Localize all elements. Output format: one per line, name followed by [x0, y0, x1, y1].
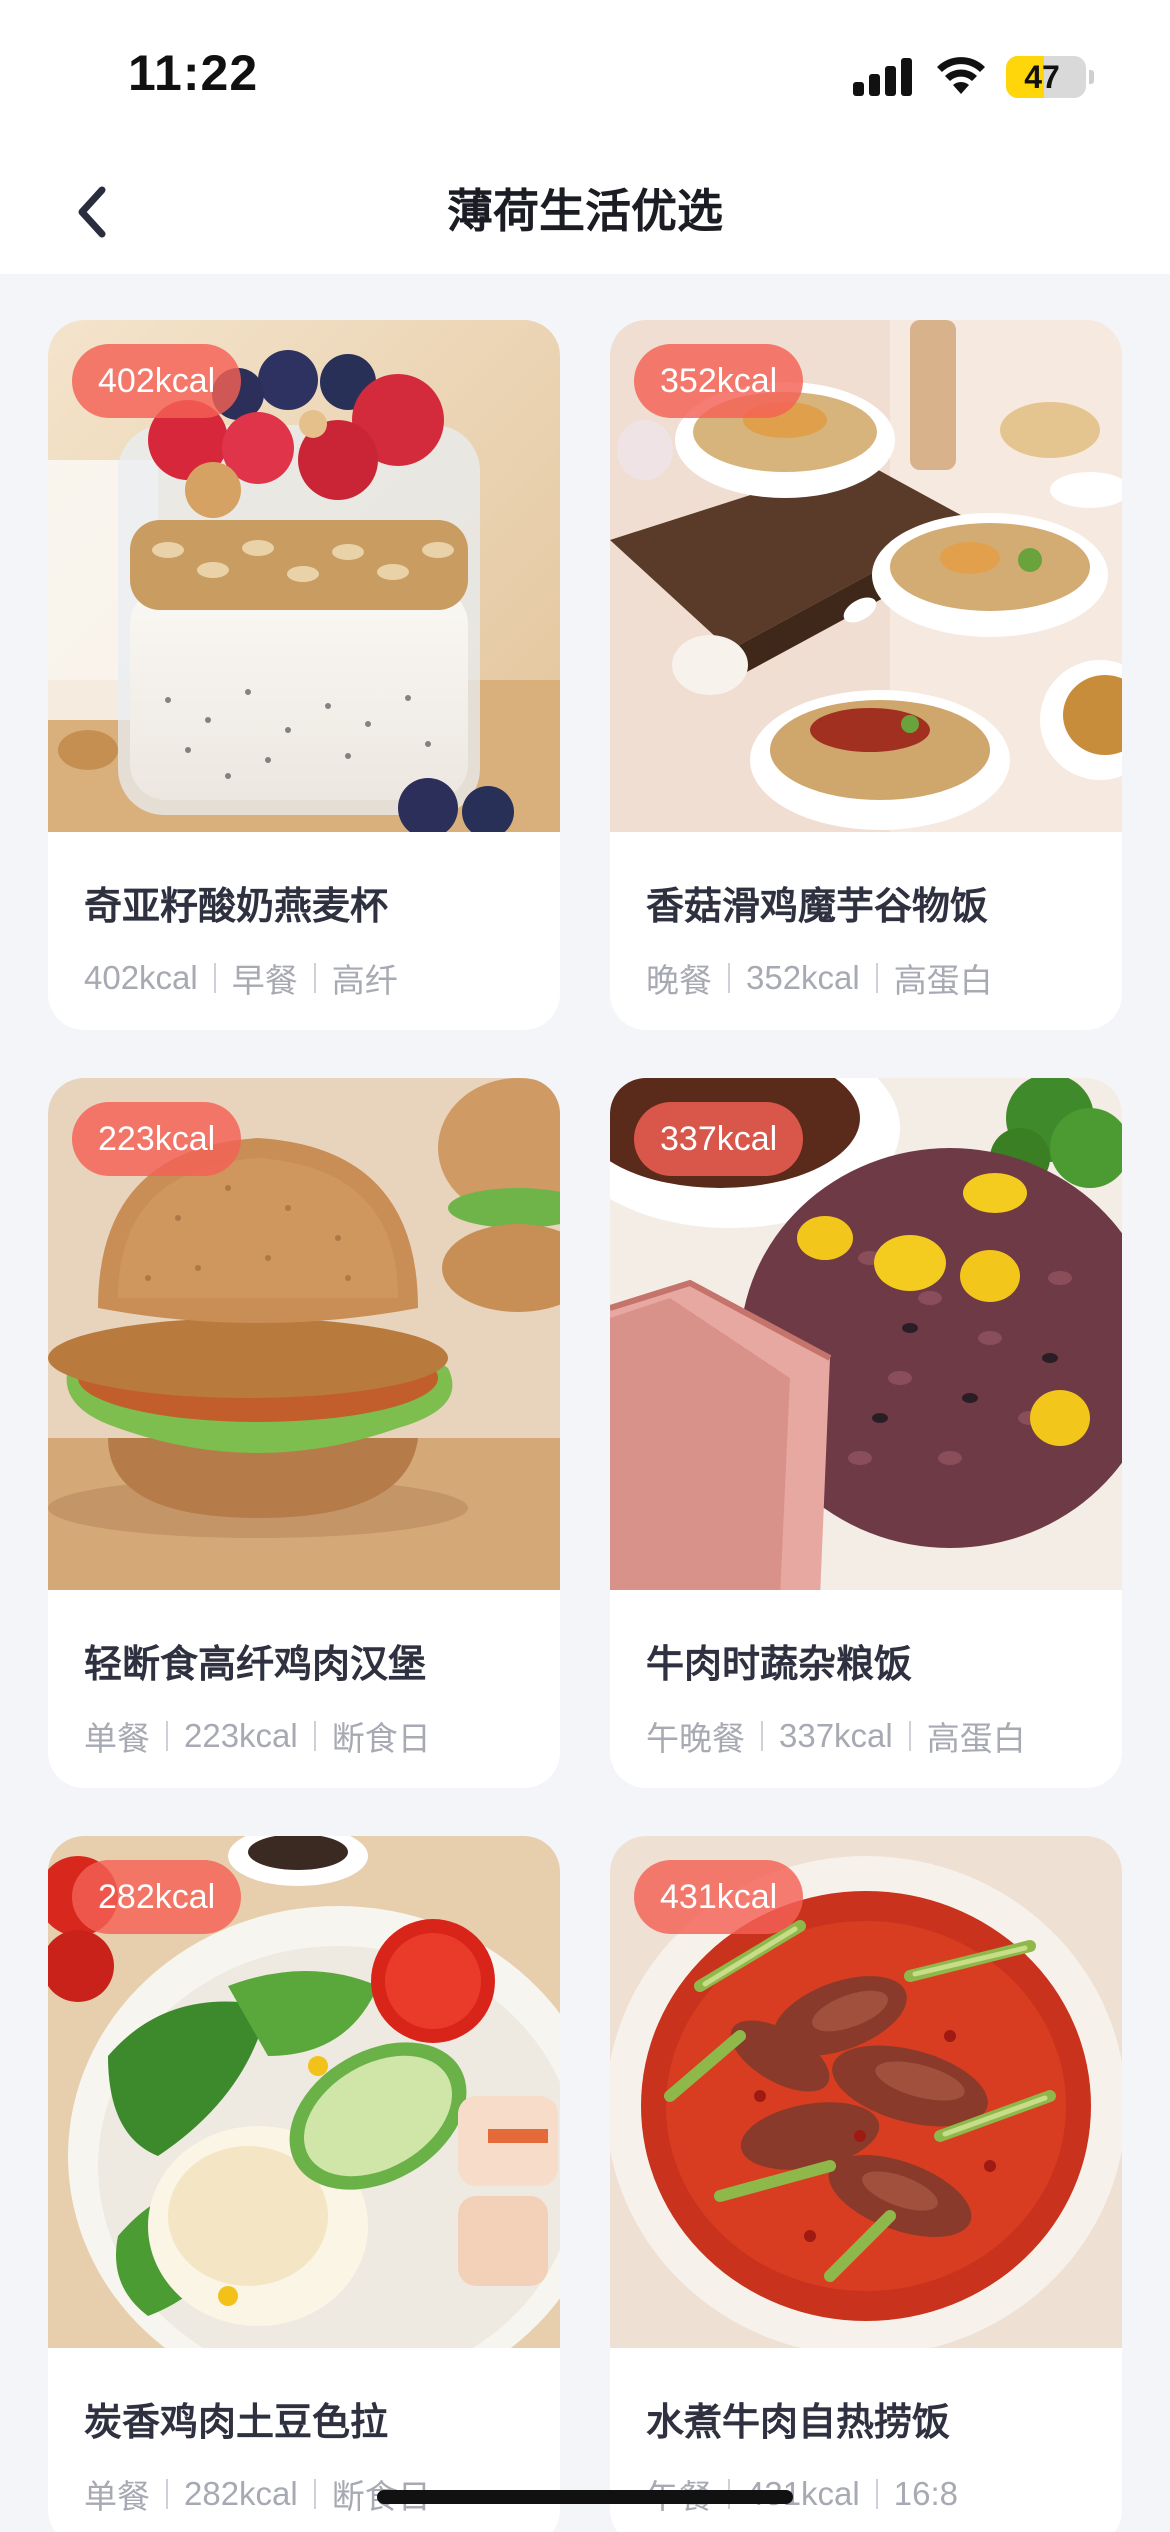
calorie-badge: 352kcal [634, 344, 804, 418]
chevron-left-icon [78, 186, 106, 238]
product-tags: 晚餐 352kcal 高蛋白 [646, 954, 993, 1002]
tag: 单餐 [84, 1720, 150, 1757]
product-name: 牛肉时蔬杂粮饭 [646, 1642, 913, 1686]
page-title: 薄荷生活优选 [447, 184, 723, 238]
tag: 16:8 [893, 2475, 958, 2512]
tag: 402kcal [84, 959, 198, 996]
chicken-burger-photo: 223kcal [48, 1078, 560, 1590]
tag: 337kcal [779, 1717, 893, 1754]
tag-divider [213, 963, 216, 993]
product-card[interactable]: 223kcal 轻断食高纤鸡肉汉堡 单餐 223kcal 断食日 [48, 1078, 560, 1788]
battery-cap [1089, 70, 1094, 84]
status-time: 11:22 [128, 45, 259, 101]
product-card[interactable]: 352kcal 香菇滑鸡魔芋谷物饭 晚餐 352kcal 高蛋白 [610, 320, 1122, 1030]
wifi-icon [937, 57, 985, 94]
product-name: 奇亚籽酸奶燕麦杯 [84, 884, 389, 928]
tag: 高蛋白 [926, 1720, 1026, 1757]
tag: 高蛋白 [893, 962, 993, 999]
tag: 单餐 [84, 2478, 150, 2515]
tag-divider [166, 1721, 168, 1751]
product-name: 香菇滑鸡魔芋谷物饭 [646, 884, 989, 928]
yogurt-oat-jar-photo: 402kcal [48, 320, 560, 832]
navigation-bar: 薄荷生活优选 [0, 152, 1170, 274]
tag: 早餐 [231, 962, 298, 999]
tag: 断食日 [331, 1720, 431, 1757]
tag-divider [728, 963, 730, 993]
tag-divider [313, 963, 316, 993]
calorie-badge: 223kcal [72, 1102, 242, 1176]
product-card[interactable]: 402kcal 奇亚籽酸奶燕麦杯 402kcal 早餐 高纤 [48, 320, 560, 1030]
tag-divider [875, 963, 878, 993]
product-tags: 午晚餐 337kcal 高蛋白 [646, 1712, 1026, 1760]
tag: 午晚餐 [646, 1720, 745, 1757]
tag-divider [313, 1721, 316, 1751]
calorie-badge: 282kcal [72, 1860, 242, 1934]
battery-level: 47 [1024, 59, 1060, 95]
signal-icon [853, 56, 913, 96]
chicken-potato-salad-photo: 282kcal [48, 1836, 560, 2348]
tag-divider [313, 2479, 316, 2509]
boiled-beef-rice-photo: 431kcal [610, 1836, 1122, 2348]
product-tags: 402kcal 早餐 高纤 [84, 954, 398, 1002]
product-grid: 402kcal 奇亚籽酸奶燕麦杯 402kcal 早餐 高纤 352kcal 香… [48, 320, 1122, 2532]
product-card[interactable]: 337kcal 牛肉时蔬杂粮饭 午晚餐 337kcal 高蛋白 [610, 1078, 1122, 1788]
tag: 223kcal [184, 1717, 298, 1754]
product-card[interactable]: 282kcal 炭香鸡肉土豆色拉 单餐 282kcal 断食日 [48, 1836, 560, 2532]
product-tags: 单餐 223kcal 断食日 [84, 1712, 431, 1760]
calorie-badge: 402kcal [72, 344, 242, 418]
tag-divider [166, 2479, 168, 2509]
status-bar: 11:22 47 [0, 0, 1170, 152]
tag: 282kcal [184, 2475, 298, 2512]
home-indicator[interactable] [377, 2490, 793, 2504]
tag: 352kcal [746, 959, 860, 996]
product-name: 水煮牛肉自热捞饭 [646, 2400, 951, 2444]
chicken-grain-bowls-photo: 352kcal [610, 320, 1122, 832]
battery-icon: 47 [1006, 56, 1086, 98]
product-card[interactable]: 431kcal 水煮牛肉自热捞饭 午餐 431kcal 16:8 [610, 1836, 1122, 2532]
beef-multigrain-rice-photo: 337kcal [610, 1078, 1122, 1590]
tag-divider [908, 1721, 911, 1751]
calorie-badge: 337kcal [634, 1102, 804, 1176]
product-name: 炭香鸡肉土豆色拉 [84, 2400, 389, 2444]
calorie-badge: 431kcal [634, 1860, 804, 1934]
back-button[interactable] [52, 172, 132, 252]
tag: 高纤 [331, 962, 398, 999]
tag: 晚餐 [646, 962, 712, 999]
tag-divider [761, 1721, 763, 1751]
tag-divider [875, 2479, 878, 2509]
product-name: 轻断食高纤鸡肉汉堡 [84, 1642, 427, 1686]
